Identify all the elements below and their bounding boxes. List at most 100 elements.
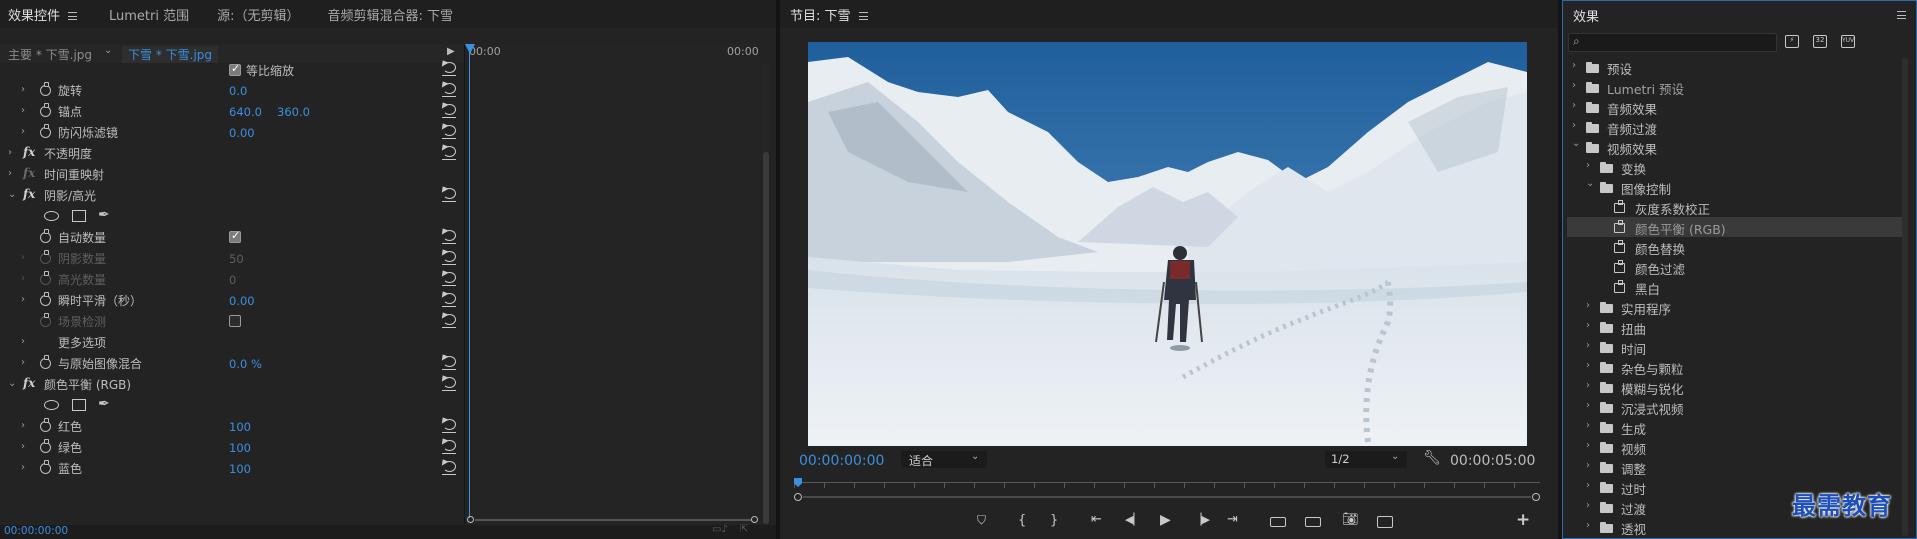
effect-folder[interactable]: › 实用程序: [1567, 297, 1904, 317]
effect-item[interactable]: 颜色替换: [1567, 237, 1904, 257]
export-frame-icon[interactable]: ⇱: [740, 524, 748, 535]
blend-original-value[interactable]: 0.0 %: [229, 357, 262, 371]
fx-icon[interactable]: fx: [23, 145, 35, 159]
scroll-handle-left[interactable]: [794, 493, 802, 501]
anchor-x-value[interactable]: 640.0: [229, 105, 262, 119]
expand-arrow-icon[interactable]: ›: [1586, 480, 1590, 491]
lift-icon[interactable]: [1270, 517, 1286, 527]
panel-menu-icon[interactable]: [858, 12, 868, 20]
32bit-effects-icon[interactable]: 32: [1813, 35, 1827, 48]
stopwatch-icon[interactable]: [40, 418, 51, 432]
export-frame-icon[interactable]: 📷︎: [1342, 512, 1359, 527]
reset-icon[interactable]: [442, 125, 456, 139]
audio-export-icon[interactable]: ▭♪: [712, 524, 728, 535]
timeline-zoom-bar[interactable]: [465, 514, 761, 524]
stopwatch-icon[interactable]: [40, 103, 51, 117]
go-to-out-icon[interactable]: ⇥: [1227, 512, 1238, 527]
tab-source[interactable]: 源:（无剪辑）: [217, 5, 299, 24]
step-forward-icon[interactable]: ▕▶: [1193, 513, 1210, 526]
stopwatch-icon[interactable]: [40, 229, 51, 243]
red-value[interactable]: 100: [229, 420, 251, 434]
button-editor-icon[interactable]: +: [1516, 510, 1530, 530]
expand-arrow-icon[interactable]: ›: [21, 441, 25, 452]
playhead-line[interactable]: [469, 48, 470, 518]
expand-arrow-icon[interactable]: ›: [1586, 320, 1590, 331]
panel-menu-icon[interactable]: [1897, 11, 1906, 19]
rectangle-mask-icon[interactable]: [72, 210, 86, 222]
stopwatch-icon[interactable]: [40, 292, 51, 306]
expand-arrow-icon[interactable]: ›: [1586, 400, 1590, 411]
expand-arrow-icon[interactable]: ›: [1586, 420, 1590, 431]
play-only-icon[interactable]: ▶: [447, 46, 455, 57]
effect-folder[interactable]: › 生成: [1567, 417, 1904, 437]
extract-icon[interactable]: [1305, 517, 1321, 527]
expand-arrow-icon[interactable]: ›: [1572, 120, 1576, 131]
reset-icon[interactable]: [442, 377, 456, 391]
effect-folder[interactable]: › 视频: [1567, 437, 1904, 457]
chevron-down-icon[interactable]: ⌄: [104, 45, 112, 56]
reset-icon[interactable]: [442, 314, 456, 328]
playhead-timecode[interactable]: 00:00:00:00: [799, 453, 884, 469]
go-to-in-icon[interactable]: ⇤: [1091, 512, 1102, 527]
stopwatch-icon[interactable]: [40, 124, 51, 138]
clip-label[interactable]: 下雪 * 下雪.jpg: [122, 46, 219, 63]
expand-arrow-icon[interactable]: ›: [21, 294, 25, 305]
effect-folder[interactable]: › 时间: [1567, 337, 1904, 357]
expand-arrow-icon[interactable]: ›: [1586, 500, 1590, 511]
expand-arrow-icon[interactable]: ›: [21, 84, 25, 95]
effect-folder[interactable]: ⌄ 视频效果: [1567, 137, 1904, 157]
expand-arrow-icon[interactable]: ›: [1586, 360, 1590, 371]
anti-flicker-value[interactable]: 0.00: [229, 126, 255, 140]
uniform-scale-checkbox[interactable]: [229, 62, 241, 76]
effect-folder[interactable]: › 音频效果: [1567, 97, 1904, 117]
reset-icon[interactable]: [442, 62, 456, 76]
temporal-smooth-value[interactable]: 0.00: [229, 294, 255, 308]
effects-scrollbar[interactable]: [1902, 58, 1908, 536]
search-input[interactable]: [1587, 35, 1773, 50]
effect-folder[interactable]: › 杂色与颗粒: [1567, 357, 1904, 377]
wrench-icon[interactable]: 🔧︎: [1423, 450, 1441, 466]
expand-arrow-icon[interactable]: ›: [8, 147, 12, 158]
reset-icon[interactable]: [442, 188, 456, 202]
expand-arrow-icon[interactable]: ›: [8, 168, 12, 179]
effect-item[interactable]: 颜色平衡 (RGB): [1567, 217, 1904, 237]
expand-arrow-icon[interactable]: ›: [1572, 80, 1576, 91]
expand-arrow-icon[interactable]: ›: [1586, 380, 1590, 391]
add-marker-icon[interactable]: ⛉: [977, 513, 986, 528]
reset-icon[interactable]: [442, 83, 456, 97]
comparison-view-icon[interactable]: [1377, 516, 1393, 528]
reset-icon[interactable]: [442, 293, 456, 307]
reset-icon[interactable]: [442, 104, 456, 118]
collapse-arrow-icon[interactable]: ⌄: [1572, 138, 1580, 149]
blue-value[interactable]: 100: [229, 462, 251, 476]
tab-audio-clip-mixer[interactable]: 音频剪辑混合器: 下雪: [328, 5, 454, 24]
reset-icon[interactable]: [442, 230, 456, 244]
expand-arrow-icon[interactable]: ›: [21, 462, 25, 473]
reset-icon[interactable]: [442, 419, 456, 433]
time-ruler[interactable]: [794, 478, 1540, 501]
effect-folder[interactable]: › 沉浸式视频: [1567, 397, 1904, 417]
mark-out-icon[interactable]: }: [1050, 513, 1058, 528]
scene-detect-checkbox[interactable]: [229, 315, 241, 327]
reset-icon[interactable]: [442, 440, 456, 454]
stopwatch-icon[interactable]: [40, 460, 51, 474]
anchor-y-value[interactable]: 360.0: [277, 105, 310, 119]
effect-item[interactable]: 颜色过滤: [1567, 257, 1904, 277]
footer-timecode[interactable]: 00:00:00:00: [4, 525, 68, 537]
expand-arrow-icon[interactable]: ›: [1586, 520, 1590, 531]
rectangle-mask-icon[interactable]: [72, 399, 86, 411]
effects-search-box[interactable]: ⌕: [1568, 33, 1777, 52]
fx-icon[interactable]: fx: [23, 187, 35, 201]
play-icon[interactable]: ▶: [1160, 512, 1171, 528]
stopwatch-icon[interactable]: [40, 355, 51, 369]
collapse-arrow-icon[interactable]: ⌄: [8, 189, 16, 200]
effect-controls-scrollbar[interactable]: [763, 64, 769, 524]
expand-arrow-icon[interactable]: ›: [21, 336, 25, 347]
effect-item[interactable]: 灰度系数校正: [1567, 197, 1904, 217]
expand-arrow-icon[interactable]: ›: [1586, 160, 1590, 171]
reset-icon[interactable]: [442, 146, 456, 160]
effect-item[interactable]: 黑白: [1567, 277, 1904, 297]
video-frame[interactable]: [808, 42, 1527, 446]
collapse-arrow-icon[interactable]: ⌄: [8, 378, 16, 389]
expand-arrow-icon[interactable]: ›: [1586, 300, 1590, 311]
